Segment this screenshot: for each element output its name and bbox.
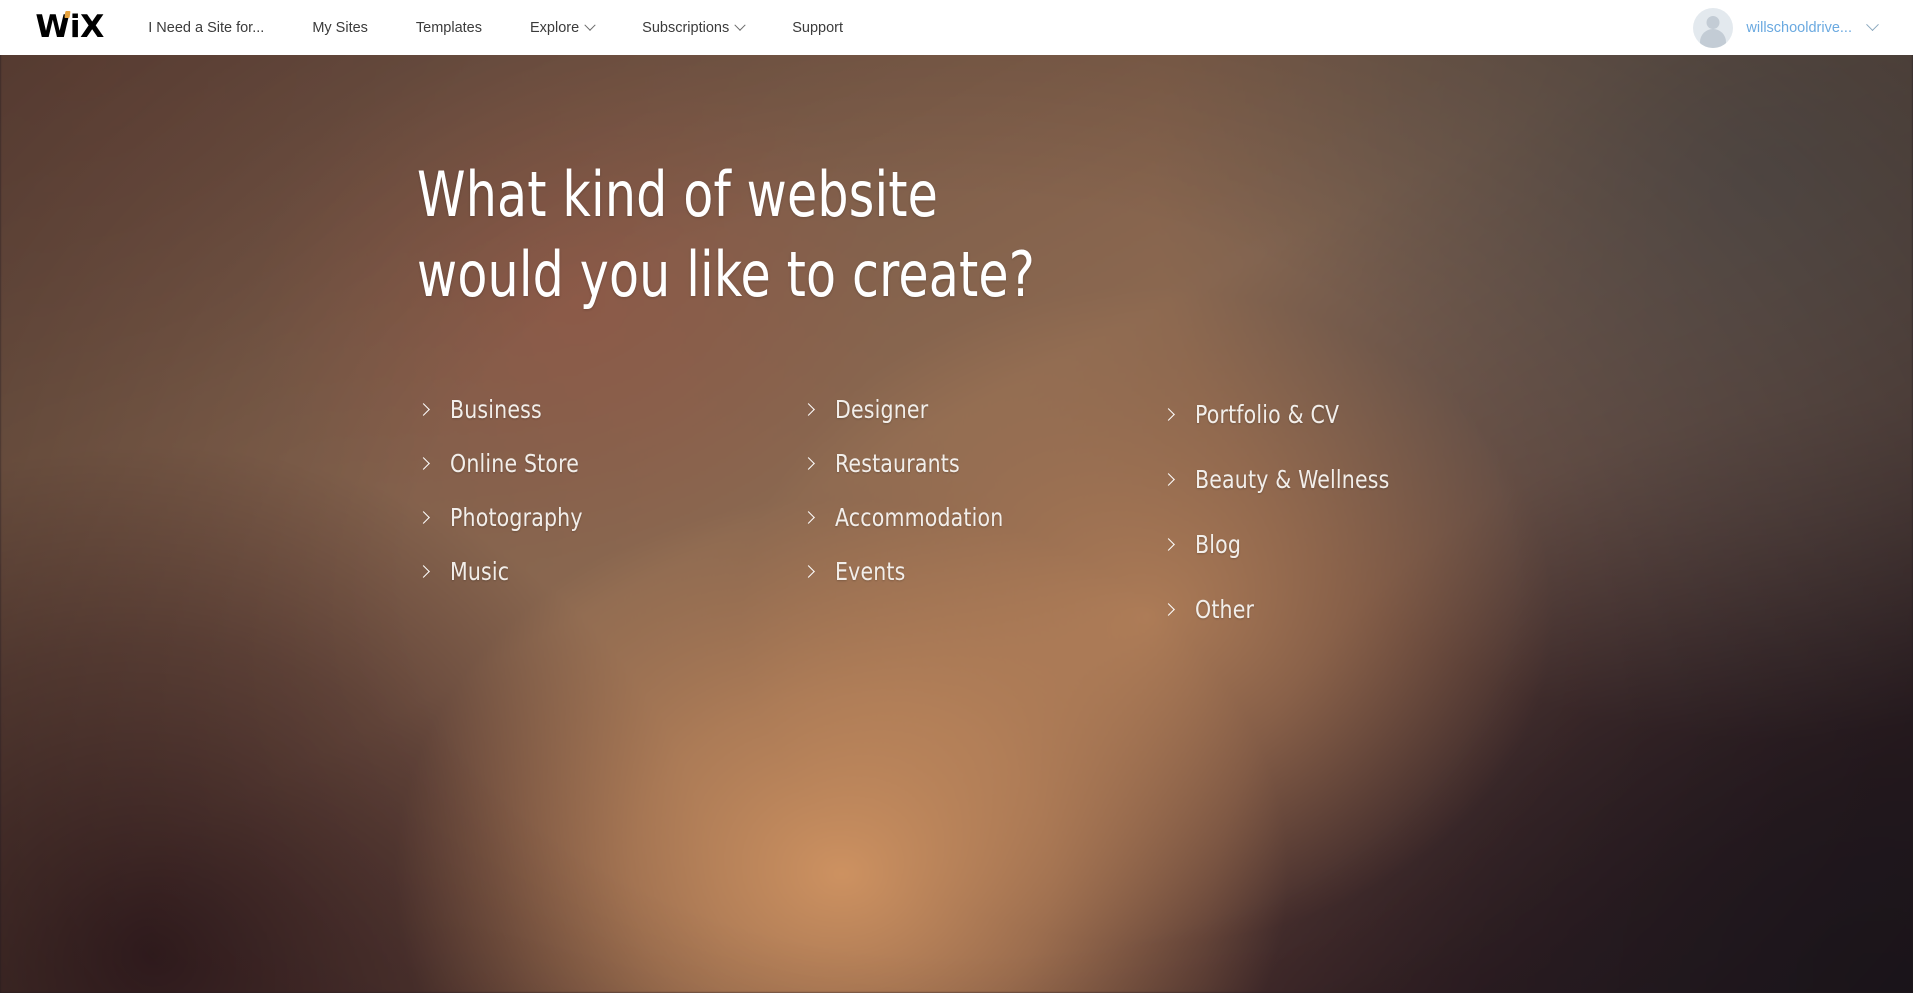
nav-item-label: I Need a Site for... <box>148 19 265 36</box>
nav-item-label: My Sites <box>312 19 368 36</box>
nav-item-templates[interactable]: Templates <box>392 20 506 36</box>
page-title: What kind of website would you like to c… <box>417 155 1035 315</box>
chevron-down-icon <box>734 19 746 31</box>
chevron-right-icon <box>417 510 430 524</box>
wix-logo[interactable]: WiX <box>35 11 104 43</box>
chevron-down-icon <box>584 19 596 31</box>
nav-item-label: Subscriptions <box>642 19 730 36</box>
chevron-right-icon <box>802 564 815 578</box>
category-column-1: Business Online Store Photography Music <box>417 382 802 642</box>
chevron-right-icon <box>417 564 430 578</box>
wix-logo-dot-icon <box>64 11 71 18</box>
category-link-designer[interactable]: Designer <box>802 382 1162 436</box>
chevron-right-icon <box>802 402 815 416</box>
chevron-right-icon <box>1162 408 1175 421</box>
account-name-label: willschooldrive... <box>1746 19 1852 36</box>
account-menu[interactable]: willschooldrive... <box>1693 7 1879 48</box>
category-link-events[interactable]: Events <box>802 544 1162 598</box>
site-header: WiX I Need a Site for... My Sites Templa… <box>0 0 1913 55</box>
category-label: Accommodation <box>835 502 1004 532</box>
category-label: Portfolio & CV <box>1195 400 1340 429</box>
category-label: Business <box>450 394 542 424</box>
main-navigation: I Need a Site for... My Sites Templates … <box>148 19 867 36</box>
nav-item-label: Support <box>792 19 844 36</box>
main-content: What kind of website would you like to c… <box>0 55 1913 993</box>
nav-item-label: Templates <box>415 19 482 36</box>
chevron-right-icon <box>1162 603 1175 616</box>
category-label: Other <box>1195 595 1255 624</box>
nav-item-label: Explore <box>530 19 580 36</box>
chevron-right-icon <box>1162 473 1175 486</box>
category-link-online-store[interactable]: Online Store <box>417 436 802 490</box>
category-link-other[interactable]: Other <box>1162 577 1502 642</box>
category-link-restaurants[interactable]: Restaurants <box>802 436 1162 490</box>
chevron-right-icon <box>417 402 430 416</box>
page-title-line-1: What kind of website <box>417 158 939 231</box>
nav-item-support[interactable]: Support <box>768 20 867 36</box>
category-label: Designer <box>835 394 929 424</box>
chevron-right-icon <box>417 456 430 470</box>
chevron-down-icon <box>1866 18 1879 32</box>
category-link-beauty-and-wellness[interactable]: Beauty & Wellness <box>1162 447 1502 512</box>
category-link-blog[interactable]: Blog <box>1162 512 1502 577</box>
category-columns: Business Online Store Photography Music <box>417 382 1517 642</box>
category-label: Music <box>450 556 510 586</box>
category-label: Beauty & Wellness <box>1195 465 1390 494</box>
category-label: Restaurants <box>835 448 960 478</box>
category-label: Online Store <box>450 448 580 478</box>
chevron-right-icon <box>1162 538 1175 551</box>
chevron-right-icon <box>802 510 815 524</box>
category-label: Photography <box>450 502 583 532</box>
nav-item-subscriptions[interactable]: Subscriptions <box>618 19 768 36</box>
category-column-3: Portfolio & CV Beauty & Wellness Blog Ot… <box>1162 382 1502 642</box>
chevron-right-icon <box>802 456 815 470</box>
category-link-business[interactable]: Business <box>417 382 802 436</box>
nav-item-explore[interactable]: Explore <box>506 19 618 36</box>
page-title-line-2: would you like to create? <box>417 238 1035 311</box>
category-column-2: Designer Restaurants Accommodation Event… <box>802 382 1162 642</box>
category-link-music[interactable]: Music <box>417 544 802 598</box>
user-avatar-icon <box>1693 7 1734 48</box>
category-label: Events <box>835 556 906 586</box>
category-link-accommodation[interactable]: Accommodation <box>802 490 1162 544</box>
category-label: Blog <box>1195 530 1242 559</box>
page-stage: WiX I Need a Site for... My Sites Templa… <box>0 0 1913 993</box>
category-link-portfolio-and-cv[interactable]: Portfolio & CV <box>1162 382 1502 447</box>
nav-item-i-need-a-site-for[interactable]: I Need a Site for... <box>148 20 288 36</box>
nav-item-my-sites[interactable]: My Sites <box>288 20 392 36</box>
category-link-photography[interactable]: Photography <box>417 490 802 544</box>
